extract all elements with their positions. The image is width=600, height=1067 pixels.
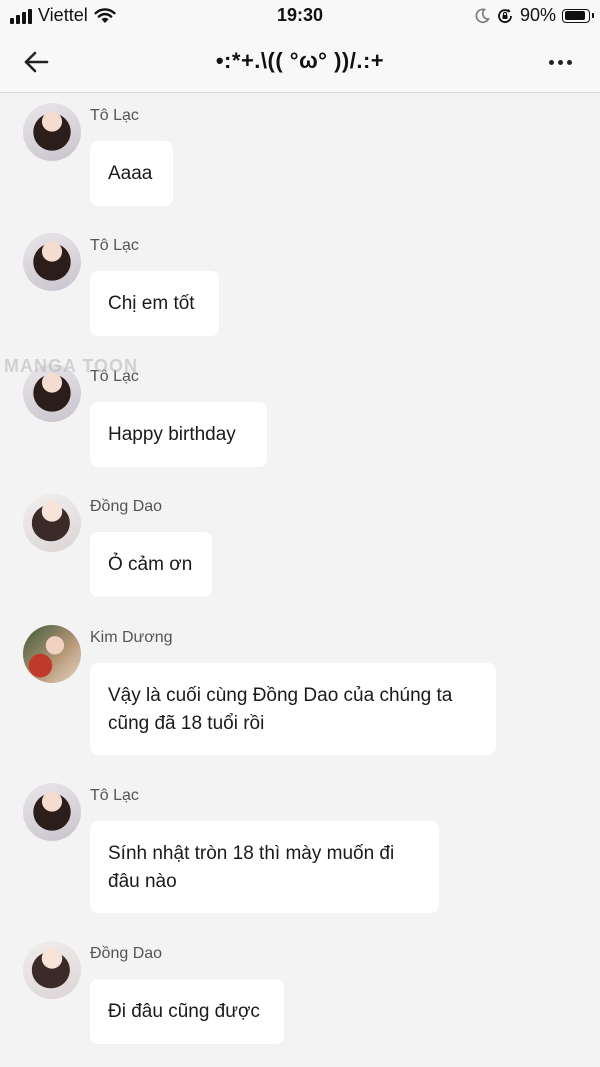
back-arrow-icon: [24, 51, 49, 73]
avatar[interactable]: [23, 783, 81, 841]
message-text-line: cũng đã 18 tuổi rồi: [108, 713, 265, 734]
chat-header: •:*+.\(( °ω° ))/.:+: [0, 32, 600, 93]
avatar[interactable]: [23, 494, 81, 552]
message-bubble[interactable]: Ỏ cảm ơn: [90, 532, 212, 597]
back-button[interactable]: [20, 46, 52, 78]
sender-name: Đồng Dao: [90, 945, 163, 962]
message-bubble[interactable]: Aaaa: [90, 141, 173, 206]
sender-name: Tô Lạc: [90, 787, 139, 804]
message-bubble[interactable]: Sính nhật tròn 18 thì mày muốn đi đâu nà…: [90, 821, 439, 913]
message-list[interactable]: Tô Lạc Aaaa Tô Lạc Chị em tốt Tô Lạc Hap…: [0, 93, 600, 1067]
status-right: 90%: [474, 5, 594, 26]
rotation-lock-icon: [496, 7, 514, 25]
message-bubble[interactable]: Đi đâu cũng được: [90, 979, 284, 1044]
battery-label: 90%: [519, 5, 556, 25]
avatar[interactable]: [23, 364, 81, 422]
chat-title: •:*+.\(( °ω° ))/.:+: [215, 48, 385, 73]
message-text-line: đâu nào: [108, 871, 177, 892]
more-icon: [548, 59, 572, 65]
message-text-line: Sính nhật tròn 18 thì mày muốn đi: [108, 843, 395, 864]
avatar[interactable]: [23, 233, 81, 291]
avatar[interactable]: [23, 625, 81, 683]
moon-icon: [474, 8, 490, 24]
sender-name: Kim Dương: [90, 629, 173, 646]
message-text-line: Vậy là cuối cùng Đồng Dao của chúng ta: [108, 685, 453, 706]
message-text: Đi đâu cũng được: [108, 1001, 260, 1022]
status-bar: Viettel 19:30 90%: [0, 0, 600, 32]
message-text: Ỏ cảm ơn: [108, 554, 193, 575]
avatar[interactable]: [23, 941, 81, 999]
battery-icon: [562, 8, 594, 23]
battery-fill: [564, 11, 586, 20]
more-button[interactable]: [544, 52, 576, 72]
chat-screen: Viettel 19:30 90% •:*+.\((°ω°))/.:+ Tô…: [0, 0, 600, 1067]
sender-name: Tô Lạc: [90, 107, 139, 124]
message-bubble[interactable]: Happy birthday: [90, 402, 267, 467]
message-text: Aaaa: [108, 163, 153, 184]
message-bubble[interactable]: Vậy là cuối cùng Đồng Dao của chúng ta c…: [90, 663, 496, 755]
message-text: Chị em tốt: [108, 293, 195, 314]
avatar[interactable]: [23, 103, 81, 161]
sender-name: Tô Lạc: [90, 237, 139, 254]
sender-name: Đồng Dao: [90, 498, 163, 515]
message-bubble[interactable]: Chị em tốt: [90, 271, 219, 336]
message-text: Happy birthday: [108, 424, 236, 445]
sender-name: Tô Lạc: [90, 368, 139, 385]
